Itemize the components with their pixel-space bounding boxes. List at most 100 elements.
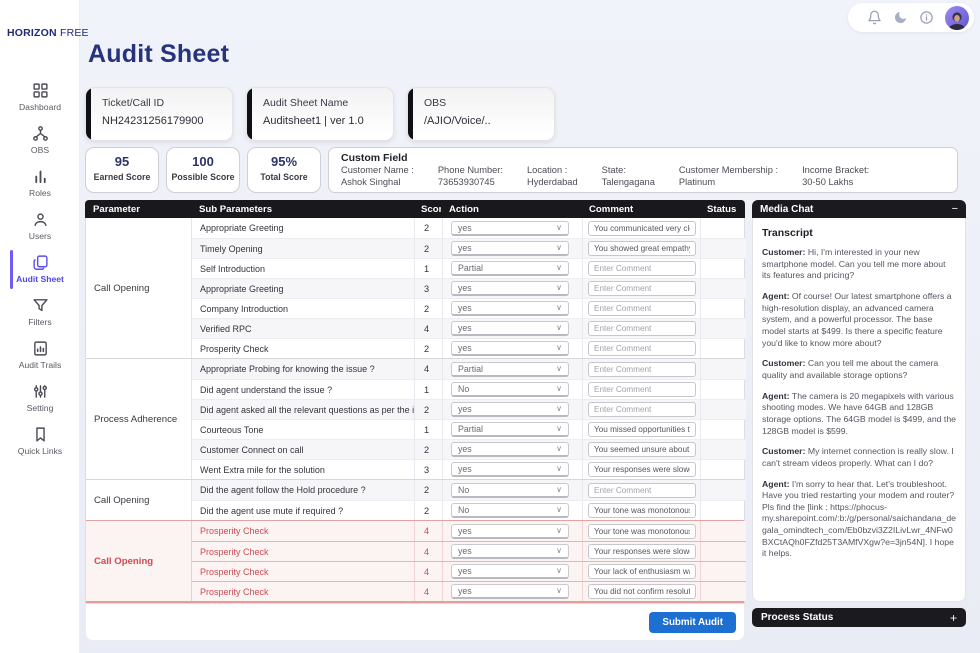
- collapse-icon[interactable]: −: [952, 204, 958, 215]
- subparameter-cell: Company Introduction: [192, 304, 414, 314]
- column-header: Parameter: [85, 204, 191, 215]
- comment-input[interactable]: [588, 584, 696, 599]
- action-select[interactable]: Partial ∨: [451, 362, 569, 377]
- sidebar-item-dashboard[interactable]: Dashboard: [0, 76, 80, 119]
- org-chart-icon: [32, 125, 49, 142]
- sidebar-item-label: Users: [29, 231, 51, 241]
- action-select[interactable]: yes∨: [451, 341, 569, 356]
- sidebar-item-roles[interactable]: Roles: [0, 162, 80, 205]
- sidebar-item-users[interactable]: Users: [0, 205, 80, 248]
- action-select[interactable]: yes∨: [451, 321, 569, 336]
- chat-message: Agent: Of course! Our latest smartphone …: [762, 291, 956, 349]
- audit-sheet-icon: [32, 254, 49, 271]
- action-select[interactable]: Partial∨: [451, 261, 569, 276]
- action-select-value: yes: [458, 586, 472, 596]
- action-select[interactable]: yes∨: [451, 281, 569, 296]
- status-cell: [700, 319, 746, 338]
- comment-input[interactable]: [588, 442, 696, 457]
- action-select[interactable]: No∨: [451, 483, 569, 498]
- custom-field-pair: Customer Membership :Platinum: [679, 165, 778, 187]
- comment-input[interactable]: [588, 261, 696, 276]
- table-row: Did the agent follow the Hold procedure …: [192, 480, 746, 500]
- process-status-bar[interactable]: Process Status +: [752, 608, 966, 627]
- action-select-value: yes: [458, 243, 472, 253]
- comment-input[interactable]: [588, 462, 696, 477]
- action-select-value: Partial: [458, 364, 483, 374]
- chevron-down-icon: ∨: [556, 365, 562, 373]
- score-cell: 2: [414, 400, 442, 419]
- submit-audit-button[interactable]: Submit Audit: [649, 612, 736, 633]
- table-row: Did agent understand the issue ?1No∨: [192, 379, 746, 399]
- sidebar-item-quick-links[interactable]: Quick Links: [0, 420, 80, 463]
- sidebar-item-audit-trails[interactable]: Audit Trails: [0, 334, 80, 377]
- comment-input[interactable]: [588, 341, 696, 356]
- action-cell: yes∨: [442, 440, 582, 459]
- action-select[interactable]: No∨: [451, 503, 569, 518]
- custom-field-pair: Phone Number:73653930745: [438, 165, 503, 187]
- score-cell: 2: [414, 501, 442, 520]
- media-chat-header[interactable]: Media Chat −: [752, 200, 966, 218]
- action-select-value: Partial: [458, 424, 483, 434]
- action-select[interactable]: Partial ∨: [451, 422, 569, 437]
- sidebar-item-setting[interactable]: Setting: [0, 377, 80, 420]
- comment-input[interactable]: [588, 321, 696, 336]
- obs-card: OBS /AJIO/Voice/..: [407, 87, 555, 141]
- action-select[interactable]: yes∨: [451, 544, 569, 559]
- chat-speaker: Agent:: [762, 479, 792, 489]
- sidebar-item-filters[interactable]: Filters: [0, 291, 80, 334]
- sidebar-item-obs[interactable]: OBS: [0, 119, 80, 162]
- comment-input[interactable]: [588, 281, 696, 296]
- comment-input[interactable]: [588, 524, 696, 539]
- comment-input[interactable]: [588, 402, 696, 417]
- sidebar-item-label: Audit Trails: [19, 360, 62, 370]
- comment-input[interactable]: [588, 422, 696, 437]
- moon-icon[interactable]: [893, 10, 908, 25]
- comment-cell: [582, 480, 700, 500]
- chevron-down-icon: ∨: [556, 425, 562, 433]
- subparameter-cell: Verified RPC: [192, 324, 414, 334]
- comment-input[interactable]: [588, 564, 696, 579]
- bell-icon[interactable]: [867, 10, 882, 25]
- action-select[interactable]: yes∨: [451, 301, 569, 316]
- status-cell: [700, 339, 746, 358]
- report-icon: [32, 340, 49, 357]
- ticket-call-id-card: Ticket/Call ID NH24231256179900: [85, 87, 233, 141]
- subparameter-cell: Did the agent follow the Hold procedure …: [192, 485, 414, 495]
- action-select[interactable]: yes∨: [451, 402, 569, 417]
- action-cell: yes∨: [442, 299, 582, 318]
- comment-input[interactable]: [588, 382, 696, 397]
- comment-input[interactable]: [588, 362, 696, 377]
- comment-input[interactable]: [588, 301, 696, 316]
- action-select[interactable]: yes∨: [451, 584, 569, 599]
- action-select[interactable]: yes∨: [451, 524, 569, 539]
- status-cell: [700, 501, 746, 520]
- action-select[interactable]: yes∨: [451, 221, 569, 236]
- expand-icon[interactable]: +: [950, 612, 957, 624]
- info-card-label: OBS: [424, 97, 544, 109]
- comment-input[interactable]: [588, 503, 696, 518]
- action-select[interactable]: No∨: [451, 382, 569, 397]
- action-select[interactable]: yes∨: [451, 442, 569, 457]
- chevron-down-icon: ∨: [556, 324, 562, 332]
- comment-input[interactable]: [588, 221, 696, 236]
- comment-cell: [582, 339, 700, 358]
- comment-input[interactable]: [588, 241, 696, 256]
- info-card-value: Auditsheet1 | ver 1.0: [263, 115, 383, 127]
- info-card-value: /AJIO/Voice/..: [424, 115, 544, 127]
- sidebar-item-audit-sheet[interactable]: Audit Sheet: [0, 248, 80, 291]
- action-select[interactable]: yes∨: [451, 462, 569, 477]
- possible-score-card: 100 Possible Score: [166, 147, 240, 193]
- action-select[interactable]: yes∨: [451, 241, 569, 256]
- avatar[interactable]: [945, 6, 969, 30]
- action-cell: yes∨: [442, 218, 582, 238]
- action-cell: yes∨: [442, 279, 582, 298]
- action-select[interactable]: yes∨: [451, 564, 569, 579]
- chevron-down-icon: ∨: [556, 284, 562, 292]
- comment-input[interactable]: [588, 544, 696, 559]
- chevron-down-icon: ∨: [556, 547, 562, 555]
- score-value: 95: [86, 154, 158, 169]
- table-footer: Submit Audit: [85, 604, 745, 641]
- info-icon[interactable]: [919, 10, 934, 25]
- subparameter-cell: Courteous Tone: [192, 425, 414, 435]
- comment-input[interactable]: [588, 483, 696, 498]
